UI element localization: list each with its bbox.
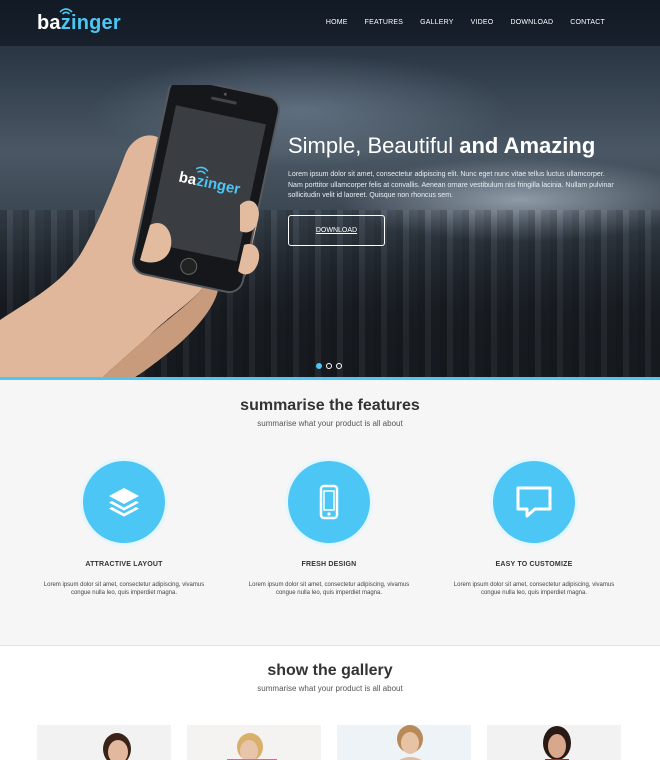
main-nav: HOME FEATURES GALLERY VIDEO DOWNLOAD CON… [309,19,605,26]
feature-text: Lorem ipsum dolor sit amet, consectetur … [43,582,205,596]
feature-icon-circle [288,461,370,543]
gallery-photo-1[interactable] [37,725,171,760]
gallery-photo-4[interactable] [487,725,621,760]
feature-title: EASY TO CUSTOMIZE [495,561,573,568]
nav-item-gallery[interactable]: GALLERY [420,19,454,26]
hero-title: Simple, Beautiful and Amazing [288,133,595,159]
features-subtitle: summarise what your product is all about [257,419,403,428]
feature-text: Lorem ipsum dolor sit amet, consectetur … [453,582,615,596]
gallery-title: show the gallery [267,662,393,679]
wifi-icon [59,8,73,15]
feature-icon-circle [493,461,575,543]
gallery-photo-3[interactable] [337,725,471,760]
nav-item-features[interactable]: FEATURES [365,19,403,26]
gallery-section: show the gallery summarise what your pro… [0,646,660,760]
hero-slider: ba zinger bazinger HOME FEATURES GALLERY… [0,0,660,378]
layers-icon [109,488,139,517]
feature-item: EASY TO CUSTOMIZE Lorem ipsum dolor sit … [444,461,624,597]
nav-item-download[interactable]: DOWNLOAD [510,19,553,26]
phone-in-hand-image: ba zinger [0,85,280,378]
nav-item-video[interactable]: VIDEO [471,19,494,26]
download-button[interactable]: DOWNLOAD [288,215,385,246]
features-section: summarise the features summarise what yo… [0,380,660,645]
brand-logo[interactable]: bazinger [37,12,121,35]
features-title: summarise the features [240,397,420,414]
nav-item-contact[interactable]: CONTACT [570,19,605,26]
feature-item: FRESH DESIGN Lorem ipsum dolor sit amet,… [239,461,419,597]
gallery-subtitle: summarise what your product is all about [257,684,403,693]
slider-dot-2[interactable] [326,363,332,369]
feature-title: ATTRACTIVE LAYOUT [85,561,163,568]
hero-title-bold: and Amazing [459,133,596,158]
mobile-icon [319,484,339,520]
feature-text: Lorem ipsum dolor sit amet, consectetur … [248,582,410,596]
top-navigation-bar: bazinger HOME FEATURES GALLERY VIDEO DOW… [0,0,660,46]
slider-dot-3[interactable] [336,363,342,369]
slider-dot-1[interactable] [316,363,322,369]
chat-icon [516,486,552,518]
feature-title: FRESH DESIGN [301,561,357,568]
hero-description: Lorem ipsum dolor sit amet, consectetur … [288,171,614,199]
gallery-photo-2[interactable] [187,725,321,760]
feature-icon-circle [83,461,165,543]
slider-pagination [316,363,342,369]
nav-item-home[interactable]: HOME [326,19,348,26]
hero-title-light: Simple, Beautiful [288,133,460,158]
feature-item: ATTRACTIVE LAYOUT Lorem ipsum dolor sit … [34,461,214,597]
